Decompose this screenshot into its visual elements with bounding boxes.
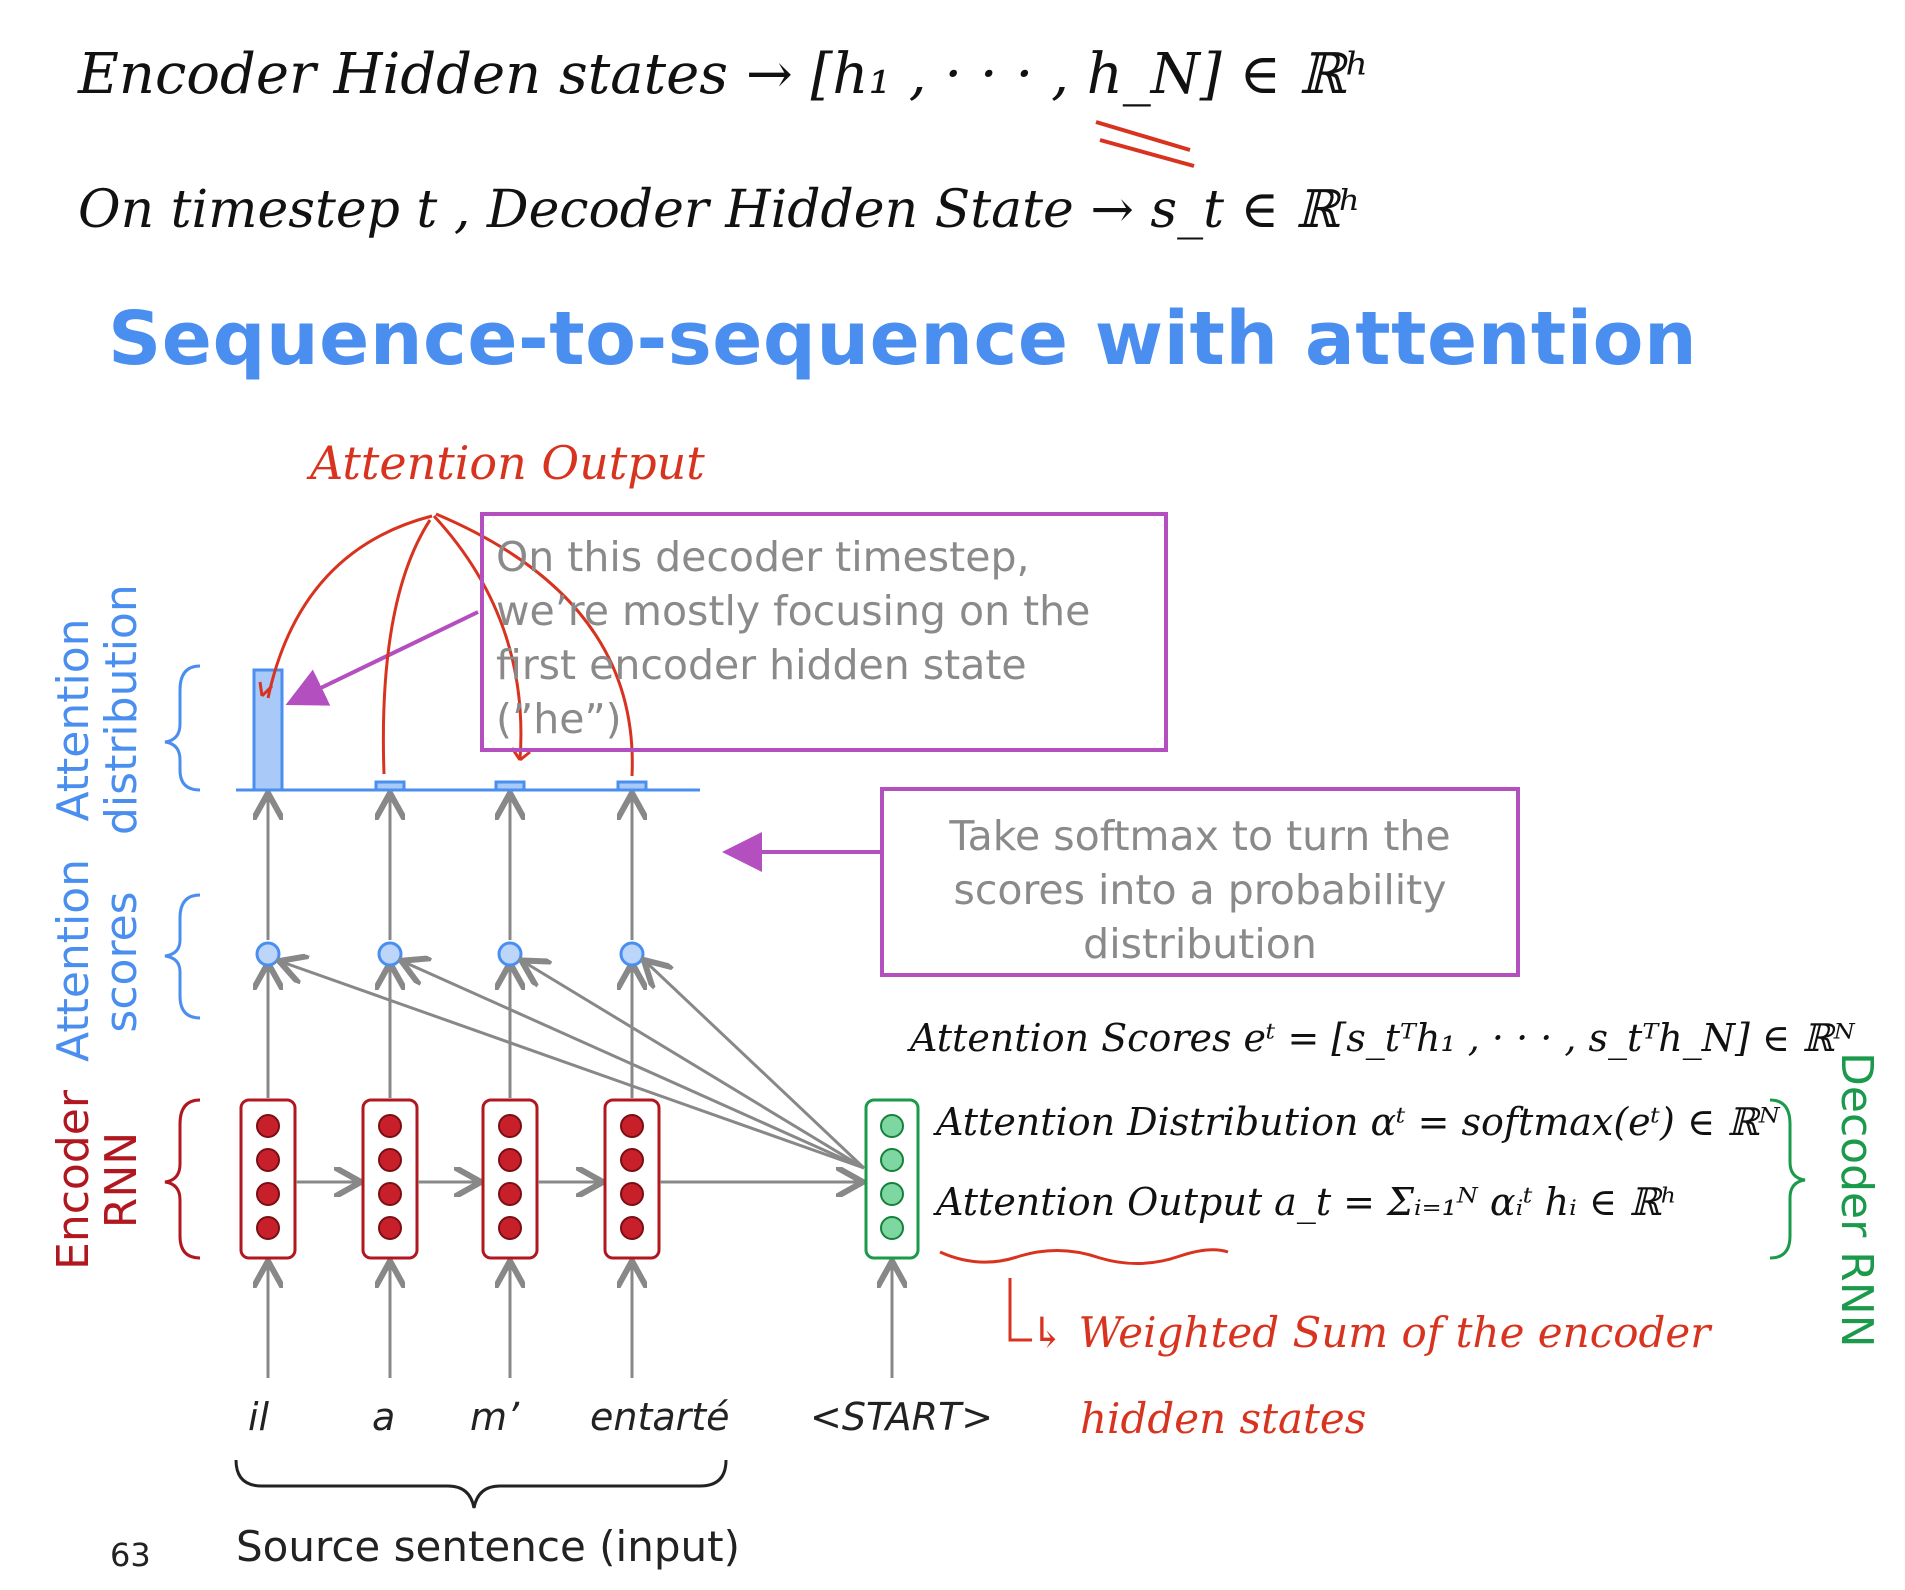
attention-score-node	[377, 941, 403, 967]
label-attention-distribution: Attention distribution	[48, 584, 147, 835]
equation-attention-output: Attention Output a_t = Σᵢ₌₁ᴺ αᵢᵗ hᵢ ∈ ℝʰ	[936, 1180, 1678, 1224]
annotation-attention-output-top: Attention Output	[310, 436, 705, 490]
encoder-neuron	[620, 1114, 644, 1138]
label-attention-scores-line2: scores	[96, 891, 147, 1033]
decoder-neuron	[880, 1148, 904, 1172]
source-word-a: a	[372, 1395, 396, 1439]
weighted-sum-hook	[1008, 1278, 1032, 1342]
brace-encoder-rnn	[164, 1098, 201, 1260]
equation-attention-scores: Attention Scores eᵗ = [s_tᵀh₁ , · · · , …	[910, 1016, 1855, 1060]
input-arrows	[268, 1264, 892, 1378]
encoder-neuron	[256, 1182, 280, 1206]
source-word-entarte: entarté	[590, 1395, 730, 1439]
encoder-neuron	[256, 1114, 280, 1138]
encoder-neuron	[498, 1182, 522, 1206]
label-attention-scores-line1: Attention	[48, 858, 99, 1062]
decoder-to-score-arrow	[646, 962, 866, 1170]
brace-attention-scores	[164, 893, 201, 1020]
encoder-neuron	[378, 1148, 402, 1172]
brace-source-sentence	[234, 1459, 728, 1509]
distribution-bar-3	[494, 780, 526, 792]
encoder-neuron	[378, 1216, 402, 1240]
encoder-neuron	[256, 1148, 280, 1172]
attention-score-node	[255, 941, 281, 967]
decoder-neuron	[880, 1216, 904, 1240]
decoder-rnn-cell	[864, 1098, 920, 1260]
brace-attention-distribution	[164, 664, 201, 792]
annotation-weighted-sum: ↳ Weighted Sum of the encoder	[1030, 1308, 1711, 1357]
encoder-neuron	[256, 1216, 280, 1240]
encoder-neuron	[620, 1216, 644, 1240]
label-encoder-rnn-line1: Encoder	[48, 1090, 99, 1270]
encoder-neuron	[498, 1148, 522, 1172]
label-attention-distribution-line2: distribution	[96, 584, 147, 835]
slide-canvas: Encoder Hidden states → [h₁ , · · · , h_…	[0, 0, 1905, 1590]
label-decoder-rnn: Decoder RNN	[1831, 1052, 1882, 1348]
encoder-neuron	[378, 1182, 402, 1206]
source-word-m: m’	[470, 1395, 520, 1439]
encoder-neuron	[378, 1114, 402, 1138]
distribution-bar-4	[616, 780, 648, 792]
decoder-input-start: <START>	[810, 1395, 994, 1439]
page-number: 63	[110, 1536, 151, 1574]
attention-score-node	[497, 941, 523, 967]
attention-score-node	[619, 941, 645, 967]
attention-output-underline	[939, 1248, 1229, 1265]
source-word-il: il	[248, 1395, 270, 1439]
decoder-neuron	[880, 1114, 904, 1138]
callout-focus-first-state: On this decoder timestep, we’re mostly f…	[480, 512, 1168, 752]
source-sentence-caption: Source sentence (input)	[236, 1522, 740, 1571]
callout-softmax: Take softmax to turn the scores into a p…	[880, 787, 1520, 977]
encoder-neuron	[498, 1114, 522, 1138]
annotation-hidden-states: hidden states	[1080, 1394, 1367, 1443]
equation-attention-distribution: Attention Distribution αᵗ = softmax(eᵗ) …	[936, 1100, 1780, 1144]
label-encoder-rnn-line2: RNN	[96, 1131, 147, 1229]
label-attention-scores: Attention scores	[48, 858, 147, 1062]
encoder-neuron	[620, 1148, 644, 1172]
decoder-neuron	[880, 1182, 904, 1206]
encoder-neuron	[498, 1216, 522, 1240]
label-attention-distribution-line1: Attention	[48, 618, 99, 822]
encoder-neuron	[620, 1182, 644, 1206]
label-encoder-rnn: Encoder RNN	[48, 1090, 147, 1270]
distribution-bar-2	[374, 780, 406, 792]
